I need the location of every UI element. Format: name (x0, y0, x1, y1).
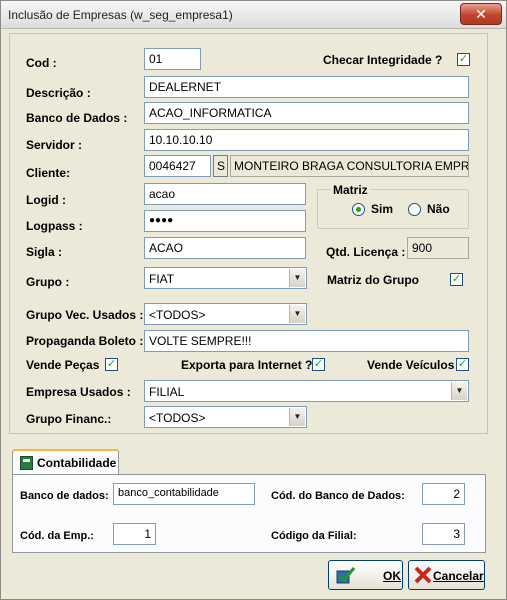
vende-veiculos-checkbox[interactable]: ✓ (456, 358, 469, 371)
window-title: Inclusão de Empresas (w_seg_empresa1) (8, 8, 233, 22)
logpass-label: Logpass : (26, 219, 83, 233)
grupo-vec-usados-select[interactable]: <TODOS> ▼ (144, 303, 307, 325)
descricao-field[interactable]: DEALERNET (144, 76, 469, 98)
inclusao-empresas-window: Inclusão de Empresas (w_seg_empresa1) ✕ … (0, 0, 507, 600)
chevron-down-icon[interactable]: ▼ (289, 305, 305, 323)
ctb-cod-filial-label: Código da Filial: (271, 530, 357, 542)
cliente-name-field: MONTEIRO BRAGA CONSULTORIA EMPRE (230, 155, 469, 177)
banco-dados-field[interactable]: ACAO_INFORMATICA (144, 102, 469, 124)
checar-integridade-label: Checar Integridade ? (323, 53, 443, 67)
ok-button-label: OK (383, 569, 401, 583)
ctb-cod-filial-field[interactable]: 3 (422, 523, 465, 545)
ctb-banco-dados-field[interactable]: banco_contabilidade (113, 483, 255, 505)
vende-pecas-checkbox[interactable]: ✓ (105, 358, 118, 371)
matriz-label: Matriz (331, 183, 370, 197)
sigla-label: Sigla : (26, 245, 63, 259)
chevron-down-icon[interactable]: ▼ (289, 269, 305, 287)
exporta-internet-checkbox[interactable]: ✓ (312, 358, 325, 371)
cod-field[interactable]: 01 (144, 48, 201, 70)
ctb-cod-emp-label: Cód. da Emp.: (20, 530, 94, 542)
servidor-field[interactable]: 10.10.10.10 (144, 129, 469, 151)
logid-label: Logid : (26, 193, 66, 207)
matriz-sim-radio[interactable] (352, 203, 365, 216)
logid-field[interactable]: acao (144, 183, 306, 205)
grupo-select[interactable]: FIAT ▼ (144, 267, 307, 289)
propaganda-boleto-label: Propaganda Boleto : (26, 334, 144, 348)
matriz-grupo-label: Matriz do Grupo (327, 273, 419, 287)
cliente-code-field[interactable]: 0046427 (144, 155, 211, 177)
grupo-select-value: FIAT (149, 272, 175, 286)
ok-button[interactable]: OK (328, 560, 403, 590)
matriz-grupo-checkbox[interactable]: ✓ (450, 273, 463, 286)
banco-dados-label: Banco de Dados : (26, 111, 128, 125)
vende-pecas-label: Vende Peças (26, 358, 100, 372)
cliente-label: Cliente: (26, 166, 71, 180)
close-button[interactable]: ✕ (460, 3, 502, 25)
qtd-licenca-label: Qtd. Licença : (326, 245, 406, 259)
ctb-cod-emp-field[interactable]: 1 (113, 523, 156, 545)
ctb-cod-banco-field[interactable]: 2 (422, 483, 465, 505)
grupo-financ-select[interactable]: <TODOS> ▼ (144, 406, 307, 428)
cliente-lookup-button[interactable]: S (213, 155, 228, 177)
exporta-internet-label: Exporta para Internet ? (181, 358, 313, 372)
grupo-financ-label: Grupo Financ.: (26, 412, 112, 426)
vende-veiculos-label: Vende Veículos (367, 358, 455, 372)
sigla-field[interactable]: ACAO (144, 237, 306, 259)
propaganda-boleto-field[interactable]: VOLTE SEMPRE!!! (144, 330, 469, 352)
cancelar-button-label: Cancelar (433, 569, 484, 583)
descricao-label: Descrição : (26, 86, 91, 100)
cancelar-button[interactable]: Cancelar (408, 560, 485, 590)
matriz-sim-label: Sim (371, 202, 394, 216)
tab-contabilidade-label: Contabilidade (37, 456, 117, 470)
grupo-vec-usados-label: Grupo Vec. Usados : (26, 308, 144, 322)
grupo-vec-usados-value: <TODOS> (149, 308, 206, 322)
matriz-nao-radio[interactable] (408, 203, 421, 216)
empresa-usados-value: FILIAL (149, 385, 185, 399)
ctb-banco-dados-label: Banco de dados: (20, 490, 109, 502)
empresa-usados-select[interactable]: FILIAL ▼ (144, 380, 469, 402)
contabilidade-panel: Banco de dados: banco_contabilidade Cód.… (12, 474, 486, 553)
grupo-label: Grupo : (26, 275, 70, 289)
servidor-label: Servidor : (26, 138, 83, 152)
logpass-field[interactable]: ●●●● (144, 210, 306, 232)
confirm-icon (336, 567, 356, 584)
checar-integridade-checkbox[interactable]: ✓ (457, 53, 470, 66)
cancel-x-icon (414, 566, 432, 584)
empresa-usados-label: Empresa Usados : (26, 385, 131, 399)
title-bar: Inclusão de Empresas (w_seg_empresa1) ✕ (1, 1, 506, 29)
qtd-licenca-field: 900 (407, 237, 469, 259)
matriz-nao-label: Não (427, 202, 450, 216)
tab-contabilidade[interactable]: Contabilidade (12, 449, 119, 475)
chevron-down-icon[interactable]: ▼ (289, 408, 305, 426)
cod-label: Cod : (26, 56, 57, 70)
chevron-down-icon[interactable]: ▼ (451, 382, 467, 400)
ctb-cod-banco-label: Cód. do Banco de Dados: (271, 490, 405, 502)
grupo-financ-value: <TODOS> (149, 411, 206, 425)
ledger-icon (20, 456, 33, 470)
